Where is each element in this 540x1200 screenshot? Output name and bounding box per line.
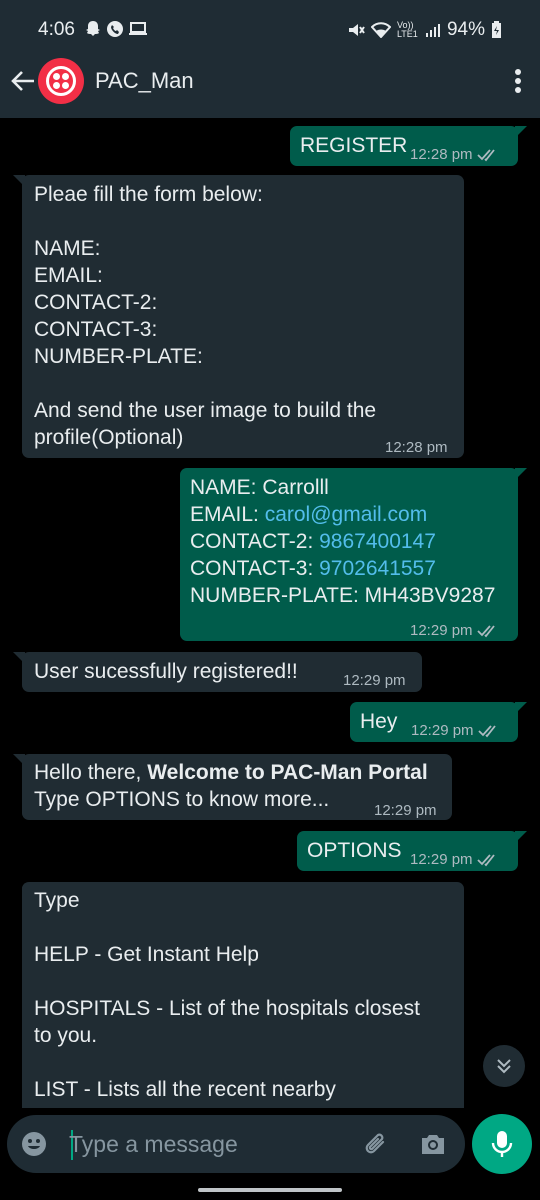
message-text: NAME: Carrolll EMAIL: carol@gmail.com CO…: [190, 476, 496, 607]
message-meta: 12:29 pm: [374, 797, 437, 824]
read-receipt-icon: [477, 724, 496, 737]
message-time: 12:29 pm: [410, 622, 473, 639]
status-time: 4:06: [38, 19, 75, 40]
battery-charging-icon: [492, 21, 501, 38]
double-chevron-down-icon: [497, 1059, 511, 1074]
name-value: Carrolll: [262, 476, 329, 499]
whatsapp-call-icon: [107, 21, 123, 37]
microphone-icon: [491, 1131, 513, 1157]
mute-icon: [348, 24, 365, 36]
message-text: Hello there, Welcome to PAC-Man Portal T…: [34, 761, 428, 811]
wifi-icon: [370, 22, 391, 38]
message-text: Hey: [360, 710, 398, 733]
message-time: 12:29 pm: [411, 722, 474, 739]
read-receipt-icon: [476, 148, 495, 161]
signal-icon: [425, 24, 440, 37]
camera-icon[interactable]: [419, 1131, 447, 1157]
laptop-icon: [129, 22, 147, 35]
message-bubble-incoming[interactable]: Type HELP - Get Instant Help HOSPITALS -…: [22, 882, 464, 1108]
message-time: 12:28 pm: [410, 146, 473, 163]
avatar[interactable]: [38, 58, 84, 104]
message-text: Type HELP - Get Instant Help HOSPITALS -…: [34, 889, 420, 1101]
battery-percent: 94%: [446, 19, 485, 40]
message-input-container: [7, 1115, 465, 1173]
message-text: Pleae fill the form below: NAME: EMAIL: …: [34, 183, 377, 449]
message-bubble-outgoing[interactable]: Hey 12:29 pm: [350, 702, 527, 744]
message-meta: 12:29 pm: [410, 846, 499, 873]
read-receipt-icon: [476, 853, 495, 866]
message-bubble-incoming[interactable]: Pleae fill the form below: NAME: EMAIL: …: [13, 175, 464, 461]
message-bubble-incoming[interactable]: User sucessfully registered!! 12:29 pm: [13, 652, 422, 694]
message-meta: 12:29 pm: [411, 717, 500, 744]
message-text: OPTIONS: [307, 839, 402, 862]
voice-message-button[interactable]: [472, 1114, 532, 1174]
more-options-icon[interactable]: [514, 68, 522, 94]
message-input[interactable]: [69, 1127, 349, 1161]
snapchat-icon: [86, 21, 100, 36]
message-meta: 12:29 pm: [343, 667, 406, 694]
message-time: 12:28 pm: [385, 439, 448, 456]
message-text: REGISTER: [300, 134, 408, 157]
chat-header: PAC_Man: [0, 44, 540, 118]
notification-icons: [84, 20, 148, 38]
phone-link[interactable]: 9867400147: [319, 530, 436, 553]
home-indicator[interactable]: [198, 1188, 342, 1192]
message-meta: 12:29 pm: [410, 617, 499, 644]
message-bubble-outgoing[interactable]: REGISTER 12:28 pm: [290, 126, 527, 168]
message-meta: 12:28 pm: [410, 141, 499, 168]
read-receipt-icon: [476, 624, 495, 637]
twilio-logo-icon: [46, 66, 76, 96]
attach-icon[interactable]: [362, 1130, 392, 1160]
message-meta: 12:28 pm: [385, 434, 448, 461]
message-bubble-incoming[interactable]: Hello there, Welcome to PAC-Man Portal T…: [13, 754, 452, 820]
network-label: Vo)) LTE1: [396, 20, 418, 39]
contact-name[interactable]: PAC_Man: [95, 68, 194, 94]
phone-link[interactable]: 9702641557: [319, 557, 436, 580]
email-link[interactable]: carol@gmail.com: [265, 503, 428, 526]
message-text: User sucessfully registered!!: [34, 660, 298, 683]
message-time: 12:29 pm: [374, 802, 437, 819]
system-indicators: Vo)) LTE1 94%: [347, 19, 502, 41]
plate-value: MH43BV9287: [364, 584, 496, 607]
scroll-to-bottom-button[interactable]: [483, 1045, 525, 1087]
message-bubble-outgoing[interactable]: NAME: Carrolll EMAIL: carol@gmail.com CO…: [180, 468, 527, 644]
composer: [0, 1108, 540, 1200]
message-bubble-outgoing[interactable]: OPTIONS 12:29 pm: [297, 831, 527, 873]
emoji-icon[interactable]: [21, 1131, 47, 1157]
message-list[interactable]: REGISTER 12:28 pm Pleae fill the form be…: [0, 118, 540, 1108]
message-time: 12:29 pm: [343, 672, 406, 689]
back-arrow-icon[interactable]: [8, 66, 38, 96]
message-time: 12:29 pm: [410, 851, 473, 868]
